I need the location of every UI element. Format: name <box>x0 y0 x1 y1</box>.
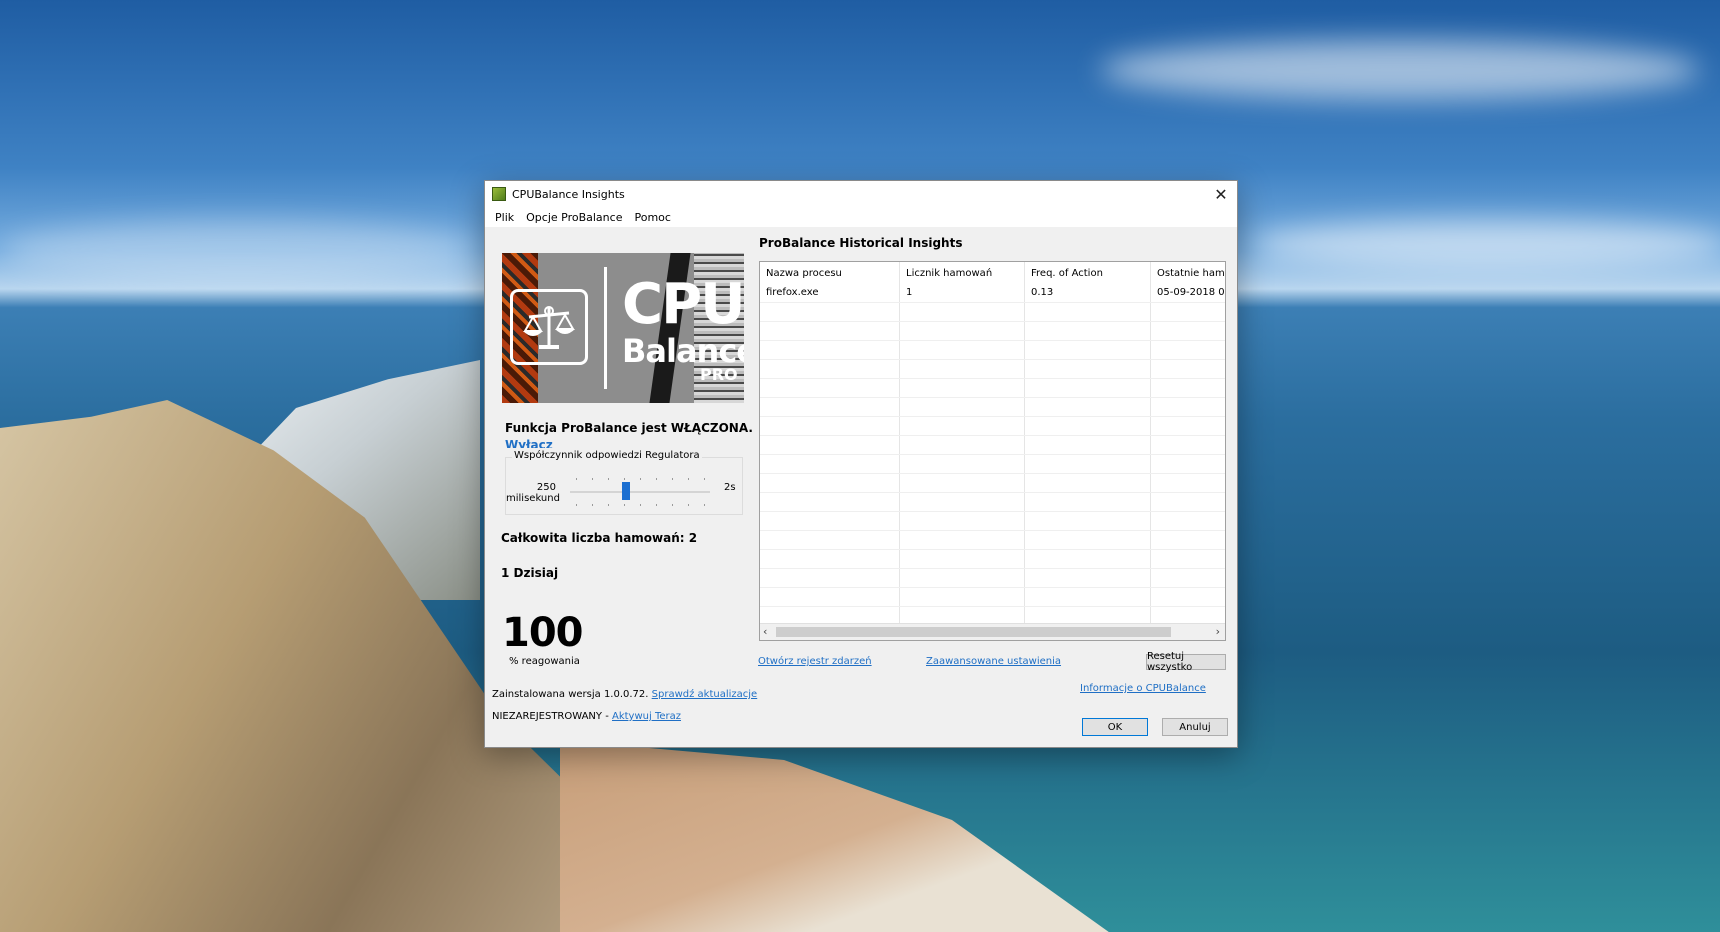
check-updates-link[interactable]: Sprawdź aktualizacje <box>652 689 758 700</box>
wallpaper-cloud <box>1250 220 1720 270</box>
cell-freq-of-action: 0.13 <box>1025 284 1151 302</box>
slider-ticks <box>570 478 710 508</box>
cancel-button[interactable]: Anuluj <box>1162 718 1228 736</box>
menu-item-pomoc[interactable]: Pomoc <box>628 211 676 224</box>
logo-text-pro: PRO <box>700 365 738 384</box>
probalance-status: Funkcja ProBalance jest WŁĄCZONA. <box>505 421 753 435</box>
regulator-title: Współczynnik odpowiedzi Regulatora <box>512 450 702 461</box>
menu-bar: Plik Opcje ProBalance Pomoc <box>485 207 1237 227</box>
regulator-slider-thumb[interactable] <box>622 482 630 500</box>
column-header-process-name[interactable]: Nazwa procesu <box>760 262 900 284</box>
slider-max-label: 2s <box>724 482 736 493</box>
close-button[interactable]: ✕ <box>1205 181 1237 207</box>
close-icon: ✕ <box>1214 184 1228 204</box>
table-body: firefox.exe 1 0.13 05-09-2018 08: <box>760 284 1225 626</box>
responsiveness-label: % reagowania <box>509 656 580 667</box>
window-title: CPUBalance Insights <box>512 187 625 201</box>
cell-throttle-count: 1 <box>900 284 1025 302</box>
reset-all-button[interactable]: Resetuj wszystko <box>1146 651 1226 673</box>
regulator-groupbox: Współczynnik odpowiedzi Regulatora 250 m… <box>505 450 743 515</box>
version-text: Zainstalowana wersja 1.0.0.72. <box>492 689 649 700</box>
disable-probalance-link[interactable]: Wyłącz <box>505 438 553 448</box>
slider-min-value: 250 <box>536 482 556 493</box>
total-throttles: Całkowita liczba hamowań: 2 <box>501 531 698 545</box>
column-header-throttle-count[interactable]: Licznik hamowań <box>900 262 1025 284</box>
app-icon <box>492 187 506 201</box>
wallpaper-beach <box>560 740 1120 932</box>
today-throttles: 1 Dzisiaj <box>501 566 559 580</box>
scrollbar-thumb[interactable] <box>776 627 1171 637</box>
wallpaper-cloud <box>0 220 480 280</box>
activate-now-link[interactable]: Aktywuj Teraz <box>612 711 681 722</box>
cell-process-name: firefox.exe <box>760 284 900 302</box>
logo-divider <box>604 267 607 389</box>
column-header-freq-of-action[interactable]: Freq. of Action <box>1025 262 1151 284</box>
logo-text-balance: Balance <box>622 332 744 370</box>
responsiveness-value: 100 <box>502 610 583 656</box>
advanced-settings-link[interactable]: Zaawansowane ustawienia <box>926 656 1061 667</box>
column-header-last-throttle[interactable]: Ostatnie hamowanie <box>1151 262 1225 284</box>
insights-title: ProBalance Historical Insights <box>759 236 963 250</box>
wallpaper-cloud <box>1100 40 1700 100</box>
scroll-right-icon[interactable]: › <box>1216 625 1220 638</box>
slider-min-label: 250 milisekund <box>506 482 560 504</box>
version-info: Zainstalowana wersja 1.0.0.72. Sprawdź a… <box>492 689 757 700</box>
horizontal-scrollbar[interactable]: ‹ › <box>760 623 1225 640</box>
table-header: Nazwa procesu Licznik hamowań Freq. of A… <box>760 262 1225 284</box>
table-row[interactable]: firefox.exe 1 0.13 05-09-2018 08: <box>760 284 1225 303</box>
title-bar: CPUBalance Insights ✕ <box>485 181 1237 207</box>
open-event-log-link[interactable]: Otwórz rejestr zdarzeń <box>758 656 872 667</box>
balance-scale-icon <box>510 289 588 365</box>
cpubalance-insights-window: CPUBalance Insights ✕ Plik Opcje ProBala… <box>484 180 1238 748</box>
menu-item-opcje-probalance[interactable]: Opcje ProBalance <box>520 211 628 224</box>
slider-min-unit: milisekund <box>506 493 560 504</box>
ok-button[interactable]: OK <box>1082 718 1148 736</box>
cell-last-throttle: 05-09-2018 08: <box>1151 284 1225 302</box>
menu-item-plik[interactable]: Plik <box>489 211 520 224</box>
registration-info: NIEZAREJESTROWANY - Aktywuj Teraz <box>492 711 681 722</box>
regulator-slider-track[interactable] <box>570 491 710 493</box>
about-cpubalance-link[interactable]: Informacje o CPUBalance <box>1080 683 1206 694</box>
scroll-left-icon[interactable]: ‹ <box>763 625 767 638</box>
cpubalance-pro-logo: CPU Balance PRO <box>502 253 744 403</box>
registration-text: NIEZAREJESTROWANY - <box>492 711 609 722</box>
insights-table: Nazwa procesu Licznik hamowań Freq. of A… <box>759 261 1226 641</box>
logo-text-cpu: CPU <box>622 272 744 337</box>
